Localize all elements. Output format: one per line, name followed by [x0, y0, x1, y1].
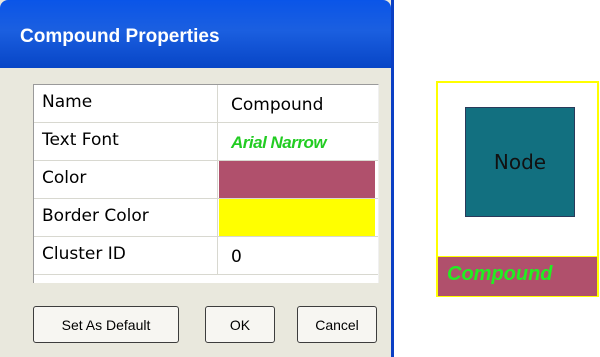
property-label-cell: Border Color — [34, 199, 218, 236]
property-row-name[interactable]: Name Compound — [34, 85, 378, 123]
property-label-cell: Text Font — [34, 123, 218, 160]
cluster-id-value-field[interactable]: 0 — [219, 237, 375, 274]
compound-label: Compound — [447, 263, 553, 285]
cancel-button[interactable]: Cancel — [297, 306, 377, 343]
property-label: Border Color — [42, 206, 149, 226]
property-row-cluster-id[interactable]: Cluster ID 0 — [34, 237, 378, 275]
property-label: Name — [42, 92, 93, 112]
compound-label-bar: Compound — [438, 256, 597, 296]
property-label-cell: Cluster ID — [34, 237, 218, 274]
node-box: Node — [465, 107, 575, 217]
name-value-field[interactable]: Compound — [219, 85, 375, 122]
set-as-default-button[interactable]: Set As Default — [33, 306, 179, 343]
property-label-cell: Color — [34, 161, 218, 198]
property-label-cell: Name — [34, 85, 218, 122]
property-row-text-font[interactable]: Text Font Arial Narrow — [34, 123, 378, 161]
text-font-value-field[interactable]: Arial Narrow — [219, 123, 375, 160]
border-color-swatch[interactable] — [219, 199, 375, 236]
property-label: Color — [42, 168, 87, 188]
property-value: Compound — [231, 95, 324, 115]
property-row-border-color[interactable]: Border Color — [34, 199, 378, 237]
compound-properties-dialog: Compound Properties Name Compound Text F… — [0, 0, 394, 357]
property-value: 0 — [231, 247, 242, 267]
property-label: Cluster ID — [42, 244, 126, 264]
node-label: Node — [493, 150, 547, 174]
properties-grid: Name Compound Text Font Arial Narrow Col… — [33, 84, 379, 283]
color-swatch[interactable] — [219, 161, 375, 198]
dialog-title: Compound Properties — [20, 26, 220, 47]
property-label: Text Font — [42, 130, 119, 150]
font-sample: Arial Narrow — [231, 133, 327, 152]
property-row-color[interactable]: Color — [34, 161, 378, 199]
ok-button[interactable]: OK — [205, 306, 275, 343]
compound-preview: Node Compound — [436, 81, 599, 297]
dialog-title-bar[interactable]: Compound Properties — [0, 0, 391, 68]
